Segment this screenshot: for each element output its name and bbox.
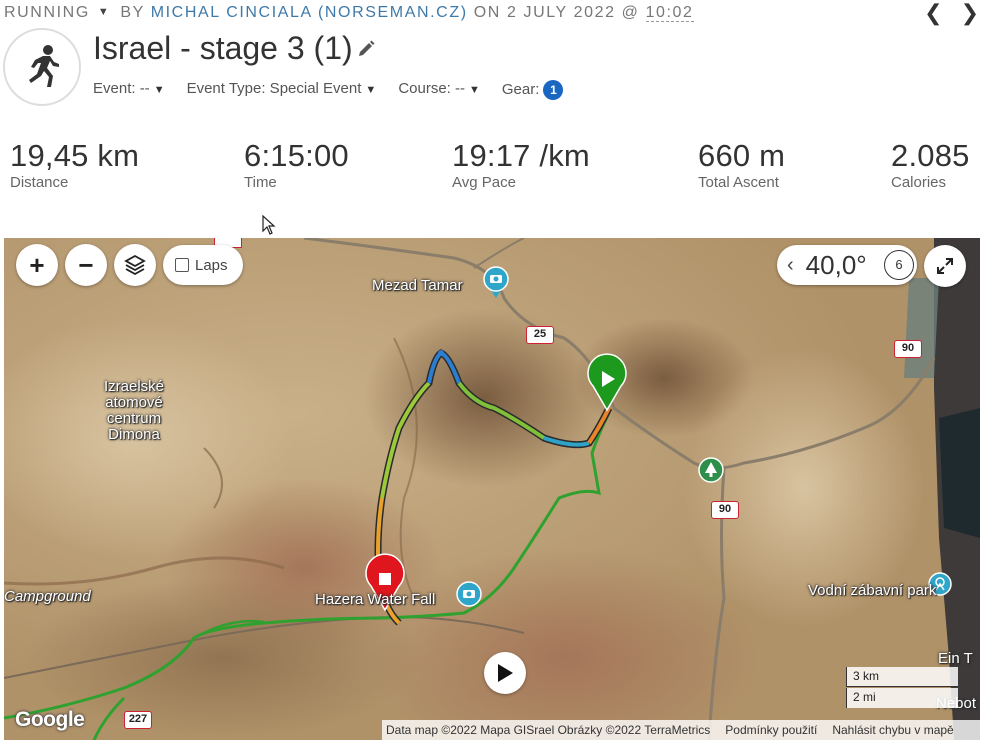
caret-down-icon: ▼ xyxy=(365,84,377,96)
caret-down-icon: ▼ xyxy=(469,84,480,96)
tilt-angle-value: 40,0° xyxy=(805,249,867,280)
on-label: on xyxy=(473,4,501,21)
map-label-water-park: Vodní zábavní park xyxy=(808,582,937,599)
caret-down-icon: ▼ xyxy=(153,84,165,96)
road-shield-90: 90 xyxy=(711,501,739,519)
activity-attributes: Event: -- ▼ Event Type: Special Event ▼ Co… xyxy=(93,80,564,100)
activity-time[interactable]: 10:02 xyxy=(645,4,694,22)
laps-checkbox[interactable] xyxy=(175,258,189,272)
map-scale: 3 km 2 mi xyxy=(846,667,958,709)
stat-calories: 2.085 Calories xyxy=(891,138,970,191)
map-label-dimona: Izraelské atomové centrum Dimona xyxy=(104,379,164,443)
activity-date: 2 July 2022 xyxy=(506,4,616,21)
zoom-in-button[interactable]: + xyxy=(16,244,58,286)
stat-label: Distance xyxy=(10,174,69,191)
play-route-button[interactable] xyxy=(484,652,526,694)
author-link[interactable]: Michal Cinciala (norseman.cz) xyxy=(151,4,468,21)
stat-label: Time xyxy=(244,174,277,191)
by-label: by xyxy=(120,4,145,21)
scale-km: 3 km xyxy=(846,667,958,687)
report-error-link[interactable]: Nahlásit chybu v mapě xyxy=(832,723,953,737)
activity-meta-bar: Running ▼ by Michal Cinciala (norseman.cz)… xyxy=(4,4,914,24)
stat-value: 19,45 km xyxy=(10,138,140,173)
course-dropdown[interactable]: Course: -- ▼ xyxy=(398,80,480,100)
layers-icon xyxy=(124,254,146,276)
road-shield-227: 227 xyxy=(124,711,152,729)
route-map[interactable]: Mezad Tamar Izraelské atomové centrum Di… xyxy=(4,238,980,740)
stat-time: 6:15:00 Time xyxy=(244,138,349,191)
camera-poi-icon xyxy=(456,581,482,607)
activity-type-dropdown-icon[interactable]: ▼ xyxy=(98,6,111,18)
laps-label: Laps xyxy=(195,256,228,274)
scale-mi: 2 mi xyxy=(846,688,958,708)
play-icon xyxy=(498,664,513,682)
stat-value: 2.085 xyxy=(891,138,970,173)
layers-button[interactable] xyxy=(114,244,156,286)
chevron-left-icon[interactable]: ❮ xyxy=(924,2,942,24)
stat-value: 6:15:00 xyxy=(244,138,349,173)
gear-label: Gear: xyxy=(501,81,540,98)
google-logo[interactable]: Google xyxy=(15,708,85,732)
map-label-mezad-tamar: Mezad Tamar xyxy=(372,277,463,294)
attribution-data[interactable]: Data map ©2022 Mapa GISrael Obrázky ©202… xyxy=(386,723,710,737)
stat-value: 660 m xyxy=(698,138,786,173)
stat-label: Calories xyxy=(891,174,947,191)
mouse-cursor-icon xyxy=(262,215,276,235)
chevron-right-icon[interactable]: ❯ xyxy=(961,2,979,24)
event-type-label: Event Type: Special Event xyxy=(186,80,362,97)
stat-total-ascent: 660 m Total Ascent xyxy=(698,138,785,191)
map-label-line: centrum xyxy=(106,410,162,427)
event-label: Event: -- xyxy=(93,80,150,97)
course-label: Course: -- xyxy=(398,80,465,97)
event-type-dropdown[interactable]: Event Type: Special Event ▼ xyxy=(187,80,377,100)
pencil-edit-icon[interactable] xyxy=(357,40,375,58)
activity-title: Israel - stage 3 (1) xyxy=(93,30,353,66)
map-label-line: Dimona xyxy=(108,426,160,443)
activity-nav: ❮ ❯ xyxy=(924,2,979,24)
tilt-angle-control[interactable]: ‹ 40,0° 6 xyxy=(777,245,917,285)
chevron-left-icon[interactable]: ‹ xyxy=(787,254,794,277)
event-dropdown[interactable]: Event: -- ▼ xyxy=(93,80,165,100)
stat-label: Total Ascent xyxy=(698,174,779,191)
activity-type-avatar xyxy=(3,28,81,106)
stat-distance: 19,45 km Distance xyxy=(10,138,139,191)
zoom-out-button[interactable]: − xyxy=(65,244,107,286)
terms-link[interactable]: Podmínky použití xyxy=(725,723,817,737)
runner-icon xyxy=(29,45,59,87)
fullscreen-button[interactable] xyxy=(924,245,966,287)
map-label-line: Izraelské xyxy=(104,378,165,395)
map-attribution: Data map ©2022 Mapa GISrael Obrázky ©202… xyxy=(382,720,980,740)
activity-type: Running xyxy=(4,4,90,21)
stat-value: 19:17 /km xyxy=(452,138,590,173)
stat-label: Avg Pace xyxy=(452,174,516,191)
park-poi-icon xyxy=(698,457,724,483)
map-label-campground: Campground xyxy=(4,588,91,605)
rotate-icon[interactable]: 6 xyxy=(884,250,914,280)
map-label-line: atomové xyxy=(105,394,163,411)
fullscreen-icon xyxy=(937,258,953,274)
road-shield-90: 90 xyxy=(894,340,922,358)
at-label: @ xyxy=(621,4,640,21)
map-label-ein: Ein T xyxy=(938,650,973,667)
gear-count-badge[interactable]: 1 xyxy=(543,80,564,100)
laps-toggle[interactable]: Laps xyxy=(163,245,243,285)
gear-selector[interactable]: Gear: 1 xyxy=(502,80,564,100)
road-shield-25: 25 xyxy=(526,326,554,344)
stat-avg-pace: 19:17 /km Avg Pace xyxy=(452,138,590,191)
map-label-hazera: Hazera Water Fall xyxy=(315,591,436,608)
